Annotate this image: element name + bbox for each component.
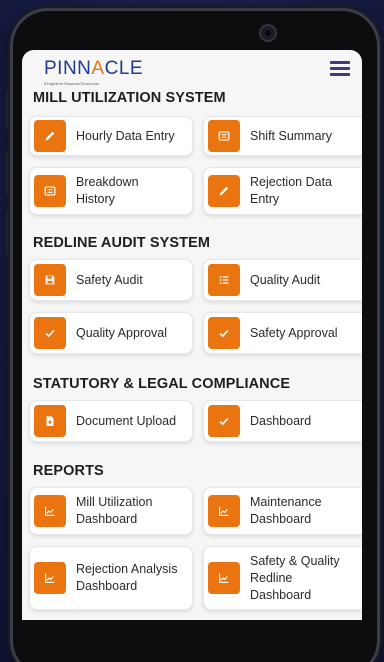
safety-quality-redline-dashboard-button[interactable]: Safety & Quality Redline Dashboard [203,546,362,610]
card-label: Document Upload [76,413,177,428]
line-chart-icon [34,495,66,527]
section-title-reports: REPORTS [33,463,104,479]
quality-audit-button[interactable]: Quality Audit [203,259,362,301]
card-label: Mill Utilization Dashboard [76,495,153,526]
brand-name: PINNACLE [44,58,144,79]
line-chart-icon [208,562,240,594]
brand-tagline: #TogetherTowardsTomorrow [44,81,100,86]
card-label: Quality Approval [76,325,168,340]
app-screen: PINNACLE #TogetherTowardsTomorrow MILL U… [22,50,362,620]
hamburger-menu-icon[interactable] [330,61,350,77]
card-label: Rejection Analysis Dashboard [76,562,178,593]
shift-summary-button[interactable]: Shift Summary [203,116,362,156]
front-camera [259,24,277,42]
check-icon [208,405,240,437]
safety-approval-button[interactable]: Safety Approval [203,312,362,354]
card-label: Rejection Data Entry [250,175,332,206]
section-title-redline-audit: REDLINE AUDIT SYSTEM [33,235,211,251]
line-chart-icon [34,562,66,594]
brand-logo: PINNACLE #TogetherTowardsTomorrow [44,58,143,86]
check-icon [208,317,240,349]
card-label: Maintenance Dashboard [250,495,322,526]
card-label: Hourly Data Entry [76,128,175,143]
file-upload-icon [34,405,66,437]
maintenance-dashboard-button[interactable]: Maintenance Dashboard [203,487,362,535]
list-icon [34,175,66,207]
section-title-statutory-legal: STATUTORY & LEGAL COMPLIANCE [33,376,291,392]
card-label: Safety & Quality Redline Dashboard [250,553,340,602]
card-label: Safety Audit [76,272,143,287]
top-bar: PINNACLE #TogetherTowardsTomorrow [22,50,362,90]
mill-utilization-dashboard-button[interactable]: Mill Utilization Dashboard [29,487,193,535]
hourly-data-entry-button[interactable]: Hourly Data Entry [29,116,193,156]
dashboard-button[interactable]: Dashboard [203,400,362,442]
line-chart-icon [208,495,240,527]
section-title-mill-utilization: MILL UTILIZATION SYSTEM [33,90,226,106]
list-icon [208,120,240,152]
card-label: Dashboard [250,413,312,428]
document-upload-button[interactable]: Document Upload [29,400,193,442]
card-label: Breakdown History [76,175,139,206]
card-label: Shift Summary [250,128,332,143]
pencil-icon [208,175,240,207]
safety-audit-button[interactable]: Safety Audit [29,259,193,301]
bottom-bezel [22,620,362,662]
pencil-icon [34,120,66,152]
save-icon [34,264,66,296]
breakdown-history-button[interactable]: Breakdown History [29,167,193,215]
rejection-analysis-dashboard-button[interactable]: Rejection Analysis Dashboard [29,546,193,610]
rejection-data-entry-button[interactable]: Rejection Data Entry [203,167,362,215]
quality-approval-button[interactable]: Quality Approval [29,312,193,354]
bulleted-list-icon [208,264,240,296]
check-icon [34,317,66,349]
card-label: Safety Approval [250,325,338,340]
card-label: Quality Audit [250,272,321,287]
